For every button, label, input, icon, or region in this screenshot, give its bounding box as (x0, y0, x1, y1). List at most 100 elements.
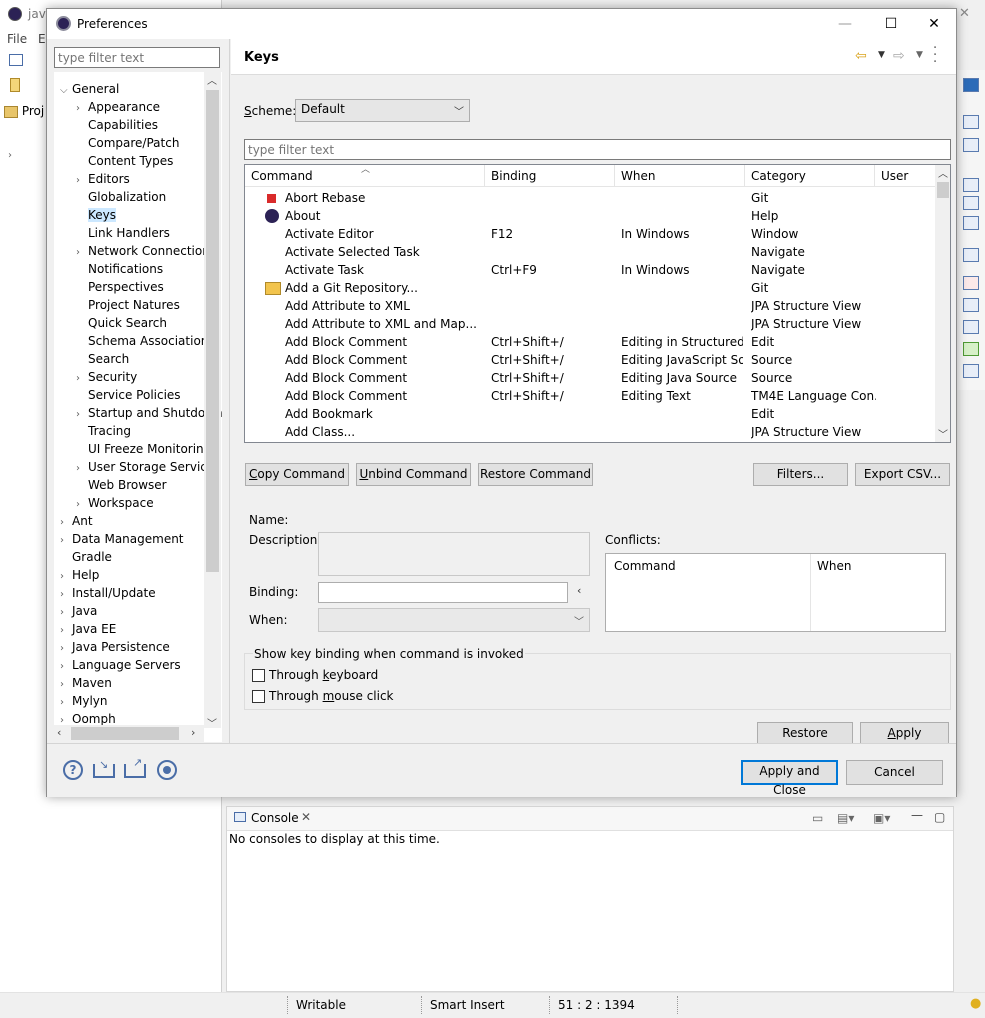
scroll-up-icon[interactable]: ︿ (938, 165, 948, 180)
toolbar-new-icon[interactable] (9, 54, 23, 66)
back-dropdown-icon[interactable]: ▼ (878, 50, 885, 60)
view-menu-icon[interactable]: · · · (933, 42, 937, 69)
perspective-icon[interactable] (963, 78, 979, 92)
tree-item[interactable]: Capabilities (76, 116, 158, 134)
pane-sash[interactable] (229, 39, 230, 743)
maximize-icon[interactable]: ▢ (934, 810, 945, 824)
tree-item[interactable]: › Appearance (76, 98, 160, 116)
through-mouse-checkbox[interactable] (252, 690, 265, 703)
table-row[interactable]: Add Block Comment Ctrl+Shift+/ Editing Jav… (245, 351, 935, 369)
tree-item[interactable]: › Network Connections (76, 242, 216, 260)
scroll-down-icon[interactable]: ﹀ (938, 426, 948, 441)
tree-item[interactable]: Compare/Patch (76, 134, 179, 152)
lightbulb-icon[interactable]: ● (970, 996, 981, 1011)
description-field[interactable] (318, 532, 590, 576)
scroll-up-icon[interactable]: ︿ (207, 72, 217, 87)
through-keyboard-label[interactable]: Through keyboard (269, 668, 378, 682)
restore-icon-2[interactable] (963, 178, 979, 192)
snippets-icon[interactable] (963, 320, 979, 334)
tree-item[interactable]: Quick Search (76, 314, 167, 332)
tree-item[interactable]: Tracing (76, 422, 131, 440)
scroll-thumb[interactable] (206, 90, 219, 572)
tree-item[interactable]: › Java (60, 602, 97, 620)
tree-item[interactable]: › Help (60, 566, 99, 584)
open-console-icon[interactable]: ▣▾ (873, 811, 890, 825)
column-binding[interactable]: Binding (485, 165, 615, 187)
tree-item[interactable]: › Security (76, 368, 137, 386)
conflicts-table[interactable]: Command When (605, 553, 946, 632)
table-row[interactable]: Add a Git Repository... Git (245, 279, 935, 297)
table-row[interactable]: Activate Selected Task Navigate (245, 243, 935, 261)
copy-command-button[interactable]: Copy Command (245, 463, 349, 486)
tree-item[interactable]: Notifications (76, 260, 163, 278)
column-user[interactable]: User (875, 165, 935, 187)
tree-item[interactable]: › Workspace (76, 494, 154, 512)
tree-item[interactable]: › Data Management (60, 530, 184, 548)
filters-button[interactable]: Filters... (753, 463, 848, 486)
scroll-right-icon[interactable]: › (191, 726, 195, 739)
restore-command-button[interactable]: Restore Command (478, 463, 593, 486)
keys-table[interactable]: Command ︿ Binding When Category User Abo… (244, 164, 951, 443)
maximize-icon[interactable] (963, 138, 979, 152)
tree-item[interactable]: Link Handlers (76, 224, 170, 242)
scroll-thumb[interactable] (71, 727, 179, 740)
tree-item[interactable]: › User Storage Service (76, 458, 214, 476)
tree-item[interactable]: Keys (76, 206, 117, 224)
map-icon[interactable] (963, 342, 979, 356)
tree-item[interactable]: › Maven (60, 674, 112, 692)
tree-item[interactable]: Web Browser (76, 476, 167, 494)
through-mouse-label[interactable]: Through mouse click (269, 689, 394, 703)
ide-close-icon[interactable]: ✕ (959, 6, 970, 21)
tree-item[interactable]: Globalization (76, 188, 166, 206)
close-icon[interactable]: ✕ (301, 810, 311, 824)
tree-expand-icon[interactable]: › (8, 150, 12, 161)
conflicts-column-command[interactable]: Command (614, 559, 676, 573)
command-filter-field[interactable] (244, 139, 951, 160)
through-keyboard-checkbox[interactable] (252, 669, 265, 682)
scheme-dropdown[interactable]: Default ﹀ (295, 99, 470, 122)
scroll-thumb[interactable] (937, 182, 949, 198)
minimize-icon[interactable]: — (911, 808, 923, 822)
expanded-arrow-icon[interactable]: ⌵ (60, 82, 72, 100)
cancel-button[interactable]: Cancel (846, 760, 943, 785)
menu-edit[interactable]: E (38, 32, 46, 46)
preference-filter-input[interactable] (55, 48, 219, 67)
table-row[interactable]: Add Attribute to XML and Map... JPA Struc… (245, 315, 935, 333)
tree-item[interactable]: Content Types (76, 152, 173, 170)
tree-item[interactable]: › Editors (76, 170, 130, 188)
tree-item[interactable]: › Install/Update (60, 584, 156, 602)
tree-horizontal-scrollbar[interactable]: ‹ › (54, 725, 204, 742)
table-row[interactable]: Activate Task Ctrl+F9 In Windows Navigate (245, 261, 935, 279)
export-csv-button[interactable]: Export CSV... (855, 463, 950, 486)
table-row[interactable]: Add Class... JPA Structure View (245, 423, 935, 441)
tree-item[interactable]: Service Policies (76, 386, 181, 404)
unbind-command-button[interactable]: Unbind Command (356, 463, 471, 486)
conflicts-column-when[interactable]: When (817, 559, 851, 573)
tree-item[interactable]: UI Freeze Monitoring (76, 440, 211, 458)
table-row[interactable]: Add Block Comment Ctrl+Shift+/ Editing in … (245, 333, 935, 351)
properties-icon[interactable] (963, 364, 979, 378)
minimize-button[interactable]: — (822, 9, 868, 39)
forward-dropdown-icon[interactable]: ▼ (916, 50, 923, 60)
toolbar-download-icon[interactable] (10, 78, 20, 92)
table-row[interactable]: Add Bookmark Edit (245, 405, 935, 423)
apply-and-close-button[interactable]: Apply and Close (741, 760, 838, 797)
tree-item[interactable]: Perspectives (76, 278, 164, 296)
display-console-icon[interactable]: ▭ (812, 811, 823, 825)
preference-tree[interactable]: ⌵ General › Appearance Capabilities Compare/P… (54, 72, 222, 742)
forward-icon[interactable]: ⇨ (893, 48, 905, 64)
maximize-button[interactable]: ☐ (868, 9, 914, 39)
scroll-down-icon[interactable]: ﹀ (207, 715, 217, 730)
restore-icon[interactable] (963, 115, 979, 129)
help-icon[interactable]: ? (63, 760, 83, 780)
binding-menu-icon[interactable]: ‹ (577, 584, 581, 597)
record-icon[interactable] (157, 760, 177, 780)
data-source-icon[interactable] (963, 298, 979, 312)
tree-item[interactable]: › Startup and Shutdown (76, 404, 222, 422)
table-vertical-scrollbar[interactable]: ︿ ﹀ (935, 165, 950, 442)
table-row[interactable]: Abort Rebase Git (245, 189, 935, 207)
table-row[interactable]: Add Block Comment Ctrl+Shift+/ Editing Tex… (245, 387, 935, 405)
outline-icon[interactable] (963, 196, 979, 210)
binding-field[interactable] (318, 582, 568, 603)
menu-file[interactable]: File (7, 32, 27, 46)
